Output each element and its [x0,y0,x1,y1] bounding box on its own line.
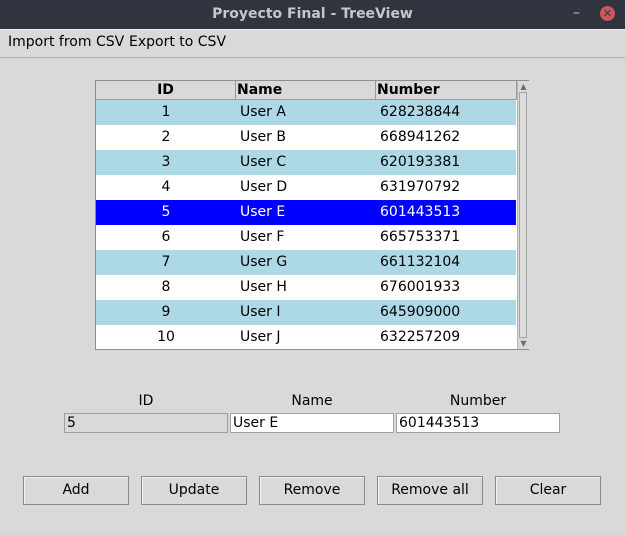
remove-button[interactable]: Remove [259,476,365,505]
name-field[interactable] [230,413,394,433]
cell-id: 1 [161,104,171,120]
window-title: Proyecto Final - TreeView [212,6,413,22]
table-row[interactable]: 10 User J 632257209 [96,325,516,350]
cell-id: 2 [161,129,171,145]
cell-number: 620193381 [380,154,461,170]
cell-number: 601443513 [380,204,461,220]
cell-id: 5 [161,204,171,220]
id-label: ID [138,393,154,409]
cell-number: 661132104 [380,254,461,270]
cell-number: 645909000 [380,304,461,320]
add-button[interactable]: Add [23,476,129,505]
table-row[interactable]: 8 User H 676001933 [96,275,516,300]
cell-name: User C [240,154,287,170]
cell-number: 668941262 [380,129,461,145]
cell-number: 676001933 [380,279,461,295]
cell-name: User F [240,229,285,245]
table-row[interactable]: 9 User I 645909000 [96,300,516,325]
tree-view[interactable]: ID Name Number 1 User A 628238844 2 User B 66… [95,80,529,350]
name-label: Name [291,393,333,409]
tree-header: ID Name Number [96,81,517,100]
table-row[interactable]: 7 User G 661132104 [96,250,516,275]
table-row[interactable]: 4 User D 631970792 [96,175,516,200]
cell-name: User J [240,329,281,345]
clear-button[interactable]: Clear [495,476,601,505]
menu-bar: Import from CSV Export to CSV [0,29,625,58]
number-field[interactable] [396,413,560,433]
table-row[interactable]: 3 User C 620193381 [96,150,516,175]
cell-id: 7 [161,254,171,270]
cell-id: 3 [161,154,171,170]
column-header-number[interactable]: Number [376,81,517,99]
cell-name: User G [240,254,288,270]
cell-name: User B [240,129,286,145]
cell-id: 9 [161,304,171,320]
cell-number: 632257209 [380,329,461,345]
cell-number: 665753371 [380,229,461,245]
cell-name: User H [240,279,287,295]
cell-name: User E [240,204,286,220]
cell-id: 4 [161,179,171,195]
vertical-scrollbar[interactable]: ▲ ▼ [517,81,529,349]
table-row[interactable]: 2 User B 668941262 [96,125,516,150]
cell-number: 631970792 [380,179,461,195]
menu-import-csv[interactable]: Import from CSV [8,34,124,50]
update-button[interactable]: Update [141,476,247,505]
cell-id: 8 [161,279,171,295]
cell-name: User D [240,179,288,195]
column-header-name[interactable]: Name [236,81,376,99]
scroll-down-icon[interactable]: ▼ [518,338,529,349]
title-bar: Proyecto Final - TreeView – ✕ [0,0,625,29]
minimize-icon[interactable]: – [573,6,583,20]
remove-all-button[interactable]: Remove all [377,476,483,505]
number-label: Number [449,393,507,409]
scrollbar-thumb[interactable] [519,92,527,338]
menu-export-csv[interactable]: Export to CSV [129,34,226,50]
cell-name: User A [240,104,286,120]
cell-name: User I [240,304,281,320]
cell-id: 6 [161,229,171,245]
table-row[interactable]: 6 User F 665753371 [96,225,516,250]
table-row[interactable]: 1 User A 628238844 [96,100,516,125]
cell-id: 10 [157,329,175,345]
column-header-id[interactable]: ID [96,81,236,99]
close-icon[interactable]: ✕ [600,6,615,21]
id-field[interactable] [64,413,228,433]
scroll-up-icon[interactable]: ▲ [518,81,529,92]
table-row[interactable]: 5 User E 601443513 [96,200,516,225]
cell-number: 628238844 [380,104,461,120]
